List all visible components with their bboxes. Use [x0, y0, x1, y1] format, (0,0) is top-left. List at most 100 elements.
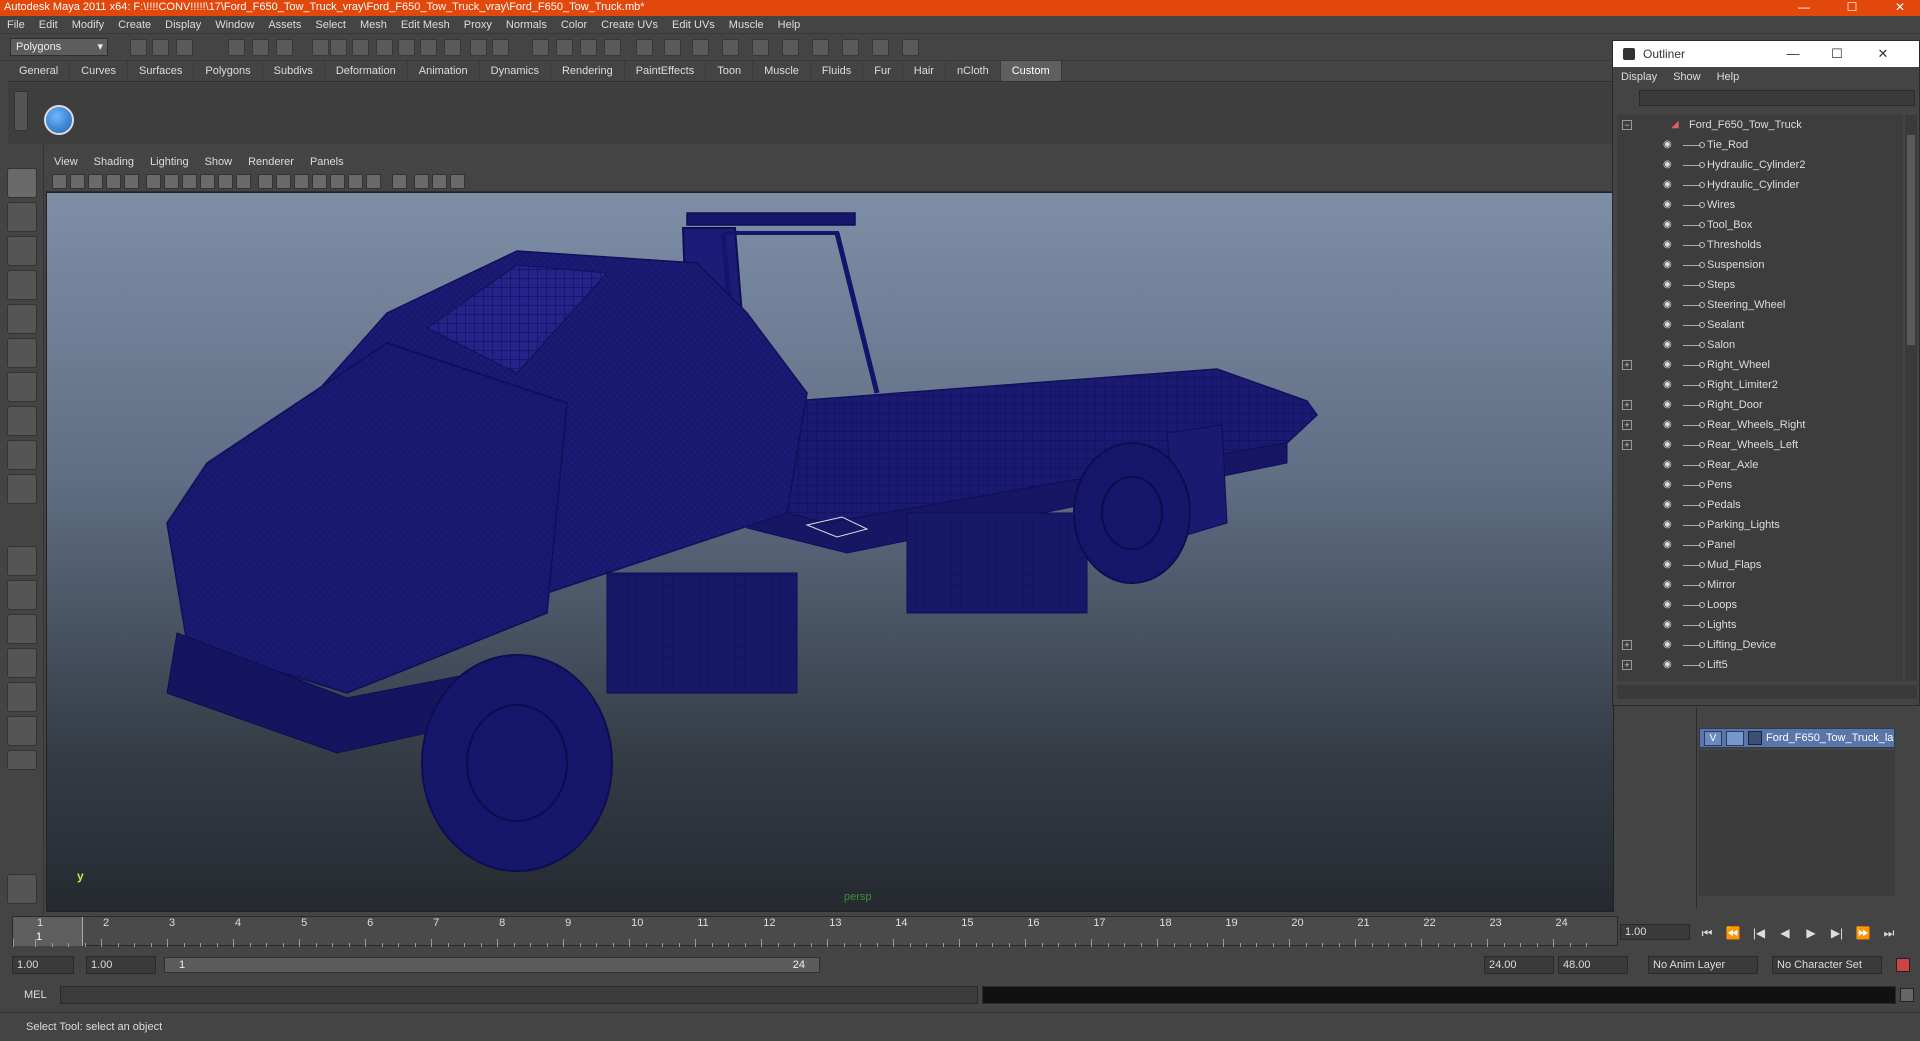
- snap-grid-icon[interactable]: [330, 39, 347, 56]
- expand-icon[interactable]: +: [1622, 660, 1632, 670]
- paint-select-tool-icon[interactable]: [7, 236, 37, 266]
- bookmarks-icon[interactable]: [88, 174, 103, 189]
- shelf-tab-surfaces[interactable]: Surfaces: [128, 61, 195, 81]
- layer-template-toggle[interactable]: [1726, 731, 1744, 746]
- expand-icon[interactable]: +: [1622, 440, 1632, 450]
- script-editor-icon[interactable]: [1900, 988, 1914, 1002]
- animation-start-field[interactable]: 1.00: [12, 956, 74, 974]
- viewport-persp[interactable]: y persp: [46, 192, 1614, 912]
- outliner-item[interactable]: ◉ Rear_Axle: [1617, 455, 1903, 475]
- menu-help[interactable]: Help: [771, 16, 808, 34]
- menu-edit-mesh[interactable]: Edit Mesh: [394, 16, 457, 34]
- grid-toggle-icon[interactable]: [124, 174, 139, 189]
- channel-box-icon[interactable]: [722, 39, 739, 56]
- layout-menu-icon[interactable]: [7, 750, 37, 770]
- render-current-icon[interactable]: [580, 39, 597, 56]
- anim-layer-selector[interactable]: No Anim Layer: [1648, 956, 1758, 974]
- layer-editor-icon[interactable]: [782, 39, 799, 56]
- shelf-tab-polygons[interactable]: Polygons: [194, 61, 263, 81]
- smooth-shade-icon[interactable]: [276, 174, 291, 189]
- outliner-item[interactable]: ◉ Right_Limiter2: [1617, 375, 1903, 395]
- rotate-tool-icon[interactable]: [7, 304, 37, 334]
- shelf-tab-subdivs[interactable]: Subdivs: [263, 61, 325, 81]
- shelf-tab-rendering[interactable]: Rendering: [551, 61, 625, 81]
- step-forward-key-button[interactable]: ⏩: [1850, 924, 1876, 942]
- menu-window[interactable]: Window: [208, 16, 261, 34]
- collapse-icon[interactable]: −: [1622, 120, 1632, 130]
- viewport-menu-panels[interactable]: Panels: [302, 153, 352, 171]
- outliner-item[interactable]: + ◉ Rear_Wheels_Right: [1617, 415, 1903, 435]
- viewport-menu-show[interactable]: Show: [197, 153, 241, 171]
- expand-icon[interactable]: +: [1622, 360, 1632, 370]
- menu-muscle[interactable]: Muscle: [722, 16, 771, 34]
- field-chart-icon[interactable]: [200, 174, 215, 189]
- outliner-menu-show[interactable]: Show: [1665, 67, 1709, 87]
- persp-graph-layout-icon[interactable]: [7, 648, 37, 678]
- shelf-tab-painteffects[interactable]: PaintEffects: [625, 61, 707, 81]
- layer-visibility-toggle[interactable]: V: [1704, 731, 1722, 746]
- outliner-item[interactable]: + ◉ Lift5: [1617, 655, 1903, 675]
- select-camera-icon[interactable]: [52, 174, 67, 189]
- outliner-item[interactable]: ◉ Mud_Flaps: [1617, 555, 1903, 575]
- menu-mesh[interactable]: Mesh: [353, 16, 394, 34]
- menu-select[interactable]: Select: [308, 16, 353, 34]
- shelf-menu-handle[interactable]: [14, 91, 28, 131]
- save-scene-icon[interactable]: [176, 39, 193, 56]
- animation-end-field[interactable]: 48.00: [1558, 956, 1628, 974]
- mel-input[interactable]: [60, 986, 978, 1004]
- viewport-menu-lighting[interactable]: Lighting: [142, 153, 197, 171]
- shelf-tab-deformation[interactable]: Deformation: [325, 61, 408, 81]
- maximize-button[interactable]: ☐: [1838, 0, 1866, 16]
- menu-modify[interactable]: Modify: [65, 16, 111, 34]
- outliner-item[interactable]: ◉ Pens: [1617, 475, 1903, 495]
- menu-set-selector[interactable]: Polygons: [10, 38, 108, 56]
- shadows-icon[interactable]: [330, 174, 345, 189]
- make-live-icon[interactable]: [420, 39, 437, 56]
- tool-settings-icon[interactable]: [7, 874, 37, 904]
- expand-icon[interactable]: +: [1622, 420, 1632, 430]
- gate-mask-icon[interactable]: [182, 174, 197, 189]
- outliner-item[interactable]: ◉ Hydraulic_Cylinder2: [1617, 155, 1903, 175]
- help-icon[interactable]: [492, 39, 509, 56]
- step-back-key-button[interactable]: ⏪: [1720, 924, 1746, 942]
- new-scene-icon[interactable]: [130, 39, 147, 56]
- shelf-tab-curves[interactable]: Curves: [70, 61, 128, 81]
- camera-attributes-icon[interactable]: [70, 174, 85, 189]
- persp-hypershade-layout-icon[interactable]: [7, 716, 37, 746]
- shelf-tab-fluids[interactable]: Fluids: [811, 61, 864, 81]
- menu-normals[interactable]: Normals: [499, 16, 554, 34]
- menu-file[interactable]: File: [0, 16, 32, 34]
- soft-mod-tool-icon[interactable]: [7, 406, 37, 436]
- outliner-item[interactable]: + ◉ Right_Door: [1617, 395, 1903, 415]
- select-component-icon[interactable]: [276, 39, 293, 56]
- output-ops-icon[interactable]: [556, 39, 573, 56]
- show-manipulator-icon[interactable]: [7, 440, 37, 470]
- shelf-tab-animation[interactable]: Animation: [408, 61, 480, 81]
- shelf-tab-ncloth[interactable]: nCloth: [946, 61, 1001, 81]
- outliner-horizontal-scrollbar[interactable]: [1617, 685, 1917, 699]
- playback-start-field[interactable]: 1.00: [86, 956, 156, 974]
- outliner-maximize-button[interactable]: ☐: [1819, 41, 1855, 67]
- time-slider[interactable]: 1 1 2 3 4 5 6 7 8 9 10 11 12 13 14 15 16 17 18 19 20 21 22 23 2…: [12, 916, 1618, 947]
- render-settings-icon[interactable]: [636, 39, 653, 56]
- textured-icon[interactable]: [294, 174, 309, 189]
- use-lights-icon[interactable]: [312, 174, 327, 189]
- safe-title-icon[interactable]: [236, 174, 251, 189]
- step-back-frame-button[interactable]: |◀: [1746, 924, 1772, 942]
- viewport-menu-shading[interactable]: Shading: [86, 153, 142, 171]
- menu-color[interactable]: Color: [554, 16, 594, 34]
- go-to-start-button[interactable]: ⏮: [1694, 924, 1720, 942]
- isolate-select-icon[interactable]: [392, 174, 407, 189]
- menu-create[interactable]: Create: [111, 16, 158, 34]
- outliner-menu-help[interactable]: Help: [1709, 67, 1748, 87]
- outliner-item[interactable]: ◉ Tool_Box: [1617, 215, 1903, 235]
- backface-icon[interactable]: [432, 174, 447, 189]
- viewport-menu-view[interactable]: View: [46, 153, 86, 171]
- outliner-toggle-icon[interactable]: [812, 39, 829, 56]
- snap-view-plane-icon[interactable]: [398, 39, 415, 56]
- go-to-end-button[interactable]: ⏭: [1876, 924, 1902, 942]
- snap-point-icon[interactable]: [376, 39, 393, 56]
- outliner-item[interactable]: ◉ Steps: [1617, 275, 1903, 295]
- hypershade-icon[interactable]: [664, 39, 681, 56]
- xray-joints-icon[interactable]: [414, 174, 429, 189]
